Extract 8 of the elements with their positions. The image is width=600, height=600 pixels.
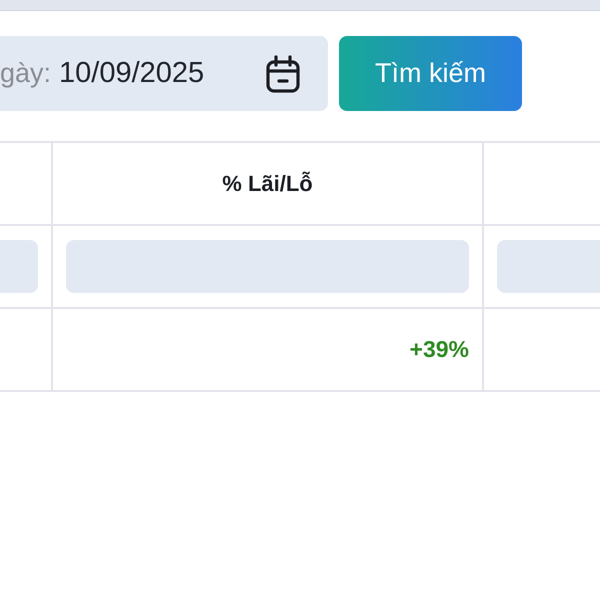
date-field[interactable]: gày: 10/09/2025: [0, 36, 328, 111]
filter-field[interactable]: [0, 240, 38, 293]
search-button[interactable]: Tìm kiếm: [339, 36, 522, 111]
table-cell: +39%: [410, 336, 469, 363]
filter-field[interactable]: [497, 240, 600, 293]
filter-field[interactable]: [66, 240, 469, 293]
column-header: % Lãi/Lỗ: [222, 170, 313, 196]
calendar-icon[interactable]: [266, 54, 300, 92]
